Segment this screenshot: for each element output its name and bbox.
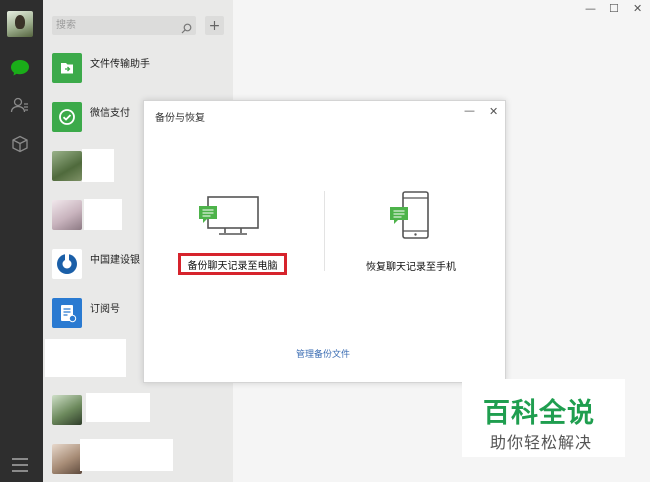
dialog-close-button[interactable]: ✕	[489, 105, 498, 118]
wechat-pay-icon[interactable]	[52, 102, 82, 132]
search-input[interactable]	[56, 16, 174, 35]
manage-backup-link[interactable]: 管理备份文件	[296, 347, 350, 360]
photo-avatar[interactable]	[52, 395, 82, 425]
add-chat-button[interactable]: +	[205, 16, 224, 35]
photo-avatar[interactable]	[52, 151, 82, 181]
watermark-subtitle: 助你轻松解决	[490, 433, 593, 452]
watermark: 百科全说 助你轻松解决	[462, 379, 625, 457]
chat-icon[interactable]	[9, 57, 31, 79]
contacts-icon[interactable]	[9, 94, 31, 116]
maximize-button[interactable]: ☐	[609, 3, 619, 14]
phone-icon[interactable]	[389, 191, 431, 245]
computer-icon[interactable]	[198, 194, 260, 242]
backup-to-pc-button[interactable]: 备份聊天记录至电脑	[178, 253, 287, 275]
file-transfer-icon[interactable]	[52, 53, 82, 83]
close-button[interactable]: ✕	[633, 3, 642, 14]
ccb-logo-icon[interactable]	[52, 249, 82, 279]
subscription-icon[interactable]	[52, 298, 82, 328]
dialog-title: 备份与恢复	[155, 113, 205, 124]
dialog-minimize-button[interactable]: —	[464, 104, 475, 117]
minimize-button[interactable]: —	[585, 3, 596, 14]
menu-icon[interactable]	[12, 458, 28, 472]
search-box[interactable]	[52, 16, 196, 35]
redacted-name	[86, 393, 150, 422]
backup-dialog: 备份与恢复 — ✕ 备份聊天记录至电脑 恢复聊天记录至手机 管理备份文件	[143, 100, 506, 383]
user-avatar[interactable]	[7, 11, 33, 37]
watermark-title: 百科全说	[483, 398, 595, 429]
option-divider	[324, 191, 325, 271]
chat-name[interactable]: 订阅号	[90, 300, 120, 315]
redacted-chat	[45, 339, 126, 377]
redacted-name	[80, 439, 173, 471]
chat-name[interactable]: 微信支付	[90, 104, 130, 119]
redacted-name	[82, 149, 114, 182]
photo-avatar[interactable]	[52, 200, 82, 230]
chat-name[interactable]: 中国建设银	[90, 251, 140, 266]
photo-avatar[interactable]	[52, 444, 82, 474]
restore-to-phone-button[interactable]: 恢复聊天记录至手机	[366, 258, 456, 273]
redacted-name	[84, 199, 122, 230]
collections-icon[interactable]	[9, 133, 31, 155]
nav-rail	[0, 0, 43, 482]
chat-name[interactable]: 文件传输助手	[90, 55, 150, 70]
search-icon[interactable]	[181, 19, 192, 38]
